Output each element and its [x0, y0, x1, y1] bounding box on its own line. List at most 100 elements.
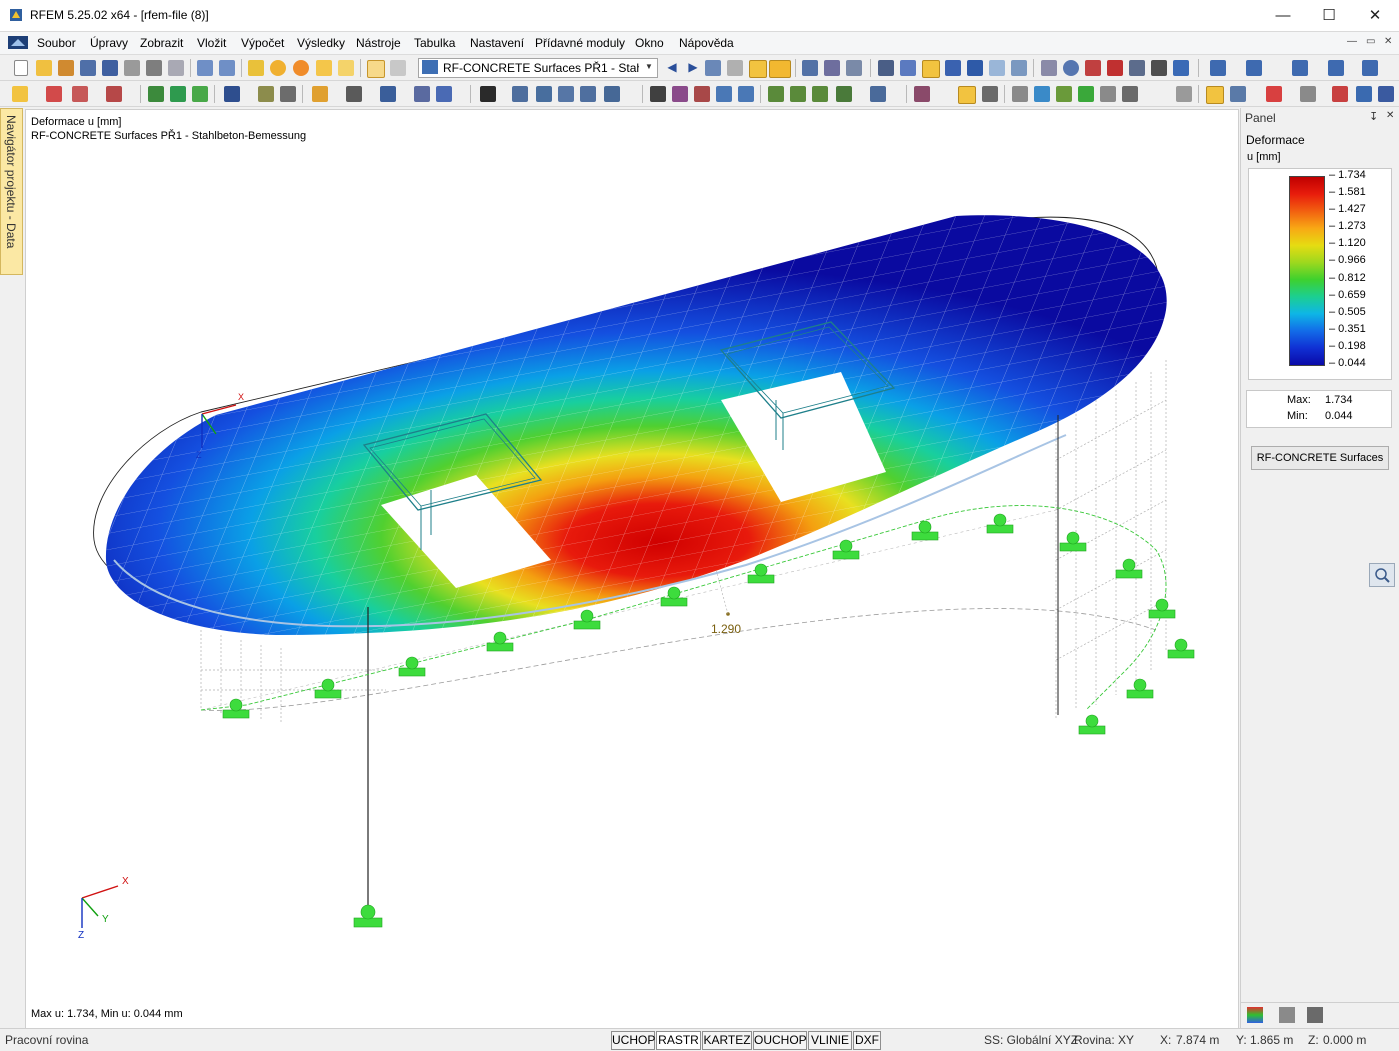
graph-icon[interactable]	[1266, 86, 1282, 102]
color-scale-tab-icon[interactable]	[1247, 1007, 1263, 1023]
rf-concrete-surfaces-button[interactable]: RF-CONCRETE Surfaces	[1251, 446, 1389, 470]
object-snap-toggle-button[interactable]: OUCHOP	[753, 1031, 807, 1050]
minimize-button[interactable]: —	[1260, 0, 1306, 30]
member-results-icon[interactable]	[922, 60, 940, 78]
window-cascade-icon[interactable]	[1292, 60, 1308, 76]
new-file-icon[interactable]	[14, 60, 28, 76]
result-values-icon[interactable]	[727, 60, 743, 76]
previous-case-icon[interactable]: ◀	[664, 60, 680, 76]
zoom-window-icon[interactable]	[672, 86, 688, 102]
mdi-restore-icon[interactable]: ▭	[1366, 36, 1375, 47]
axis-z-icon[interactable]	[812, 86, 828, 102]
panel-close-icon[interactable]: ✕	[1386, 110, 1394, 121]
filter-tab-icon[interactable]	[1307, 1007, 1323, 1023]
menu-vlozit[interactable]: Vložit	[197, 36, 226, 50]
settings-icon[interactable]	[1173, 60, 1189, 76]
guideline-toggle-button[interactable]: VLINIE	[808, 1031, 852, 1050]
mdi-minimize-icon[interactable]: —	[1347, 36, 1357, 47]
support-results-icon[interactable]	[945, 60, 961, 76]
section-icon[interactable]	[824, 60, 840, 76]
menu-okno[interactable]: Okno	[635, 36, 664, 50]
next-case-icon[interactable]: ▶	[685, 60, 701, 76]
mirror-icon[interactable]	[1085, 60, 1101, 76]
menu-vysledky[interactable]: Výsledky	[297, 36, 345, 50]
select-all-icon[interactable]	[650, 86, 666, 102]
guide-line-icon[interactable]	[1012, 86, 1028, 102]
dimension-icon[interactable]	[982, 86, 998, 102]
display-options-icon[interactable]	[914, 86, 930, 102]
result-diagram-icon[interactable]	[846, 60, 862, 76]
close-button[interactable]: ✕	[1352, 0, 1398, 30]
load-icon[interactable]	[224, 86, 240, 102]
axis-x-icon[interactable]	[768, 86, 784, 102]
panel-toggle-icon[interactable]	[1206, 86, 1224, 104]
rotate-icon[interactable]	[1063, 60, 1079, 76]
project-icon[interactable]	[604, 86, 620, 102]
line-support-icon[interactable]	[192, 86, 208, 102]
support-icon[interactable]	[148, 86, 164, 102]
solid-view-icon[interactable]	[1056, 86, 1072, 102]
opening-icon[interactable]	[346, 86, 362, 102]
undo-icon[interactable]	[197, 60, 213, 76]
model-view-icon[interactable]	[436, 86, 452, 102]
menu-vypocet[interactable]: Výpočet	[241, 36, 284, 50]
redo-icon[interactable]	[219, 60, 235, 76]
view-iso-icon[interactable]	[716, 86, 732, 102]
scale-object-icon[interactable]	[580, 86, 596, 102]
result-labels-icon[interactable]	[769, 60, 791, 78]
nodal-support-icon[interactable]	[170, 86, 186, 102]
window-layout-icon[interactable]	[1210, 60, 1226, 76]
find-icon[interactable]	[270, 60, 286, 76]
color-scheme-icon[interactable]	[1034, 86, 1050, 102]
member-icon[interactable]	[72, 86, 88, 102]
copy-icon[interactable]	[338, 60, 354, 76]
menu-nastaveni[interactable]: Nastavení	[470, 36, 524, 50]
delete-icon[interactable]	[1107, 60, 1123, 76]
mesh-icon[interactable]	[878, 60, 894, 76]
import-icon[interactable]	[1356, 86, 1372, 102]
camera-icon[interactable]	[1129, 60, 1145, 76]
snap-icon[interactable]	[958, 86, 976, 104]
results-icon[interactable]	[316, 60, 332, 76]
rotate-object-icon[interactable]	[536, 86, 552, 102]
info-icon[interactable]	[1300, 86, 1316, 102]
grid-toggle-button[interactable]: RASTR	[656, 1031, 701, 1050]
section-cut-icon[interactable]	[414, 86, 430, 102]
save-all-icon[interactable]	[80, 60, 96, 76]
view-top-icon[interactable]	[738, 86, 754, 102]
wireframe-icon[interactable]	[1100, 86, 1116, 102]
menu-napoveda[interactable]: Nápověda	[679, 36, 734, 50]
export-icon[interactable]	[1332, 86, 1348, 102]
layers-icon[interactable]	[1176, 86, 1192, 102]
polyline-icon[interactable]	[106, 86, 122, 102]
help-icon[interactable]	[1378, 86, 1394, 102]
calculate-icon[interactable]	[293, 60, 309, 76]
line-results-icon[interactable]	[1041, 60, 1057, 76]
document-icon[interactable]	[8, 35, 28, 50]
snap-toggle-button[interactable]: UCHOP	[611, 1031, 655, 1050]
dxf-toggle-button[interactable]: DXF	[853, 1031, 881, 1050]
menu-nastroje[interactable]: Nástroje	[356, 36, 401, 50]
window-split-icon[interactable]	[1246, 60, 1262, 76]
edit-pencil-icon[interactable]	[248, 60, 264, 76]
model-view-canvas[interactable]: Deformace u [mm] RF-CONCRETE Surfaces PŘ…	[25, 109, 1239, 1030]
show-results-icon[interactable]	[705, 60, 721, 76]
filter-icon[interactable]	[900, 60, 916, 76]
menu-upravy[interactable]: Úpravy	[90, 36, 128, 50]
render-mode-icon[interactable]	[870, 86, 886, 102]
navigator-tab[interactable]: Navigátor projektu - Data	[0, 108, 23, 275]
save-icon[interactable]	[102, 60, 118, 76]
animation-icon[interactable]	[802, 60, 818, 76]
open-example-icon[interactable]	[58, 60, 74, 76]
solid-icon[interactable]	[380, 86, 396, 102]
solid-results-icon[interactable]	[1011, 60, 1027, 76]
mirror-object-icon[interactable]	[558, 86, 574, 102]
group-icon[interactable]	[1122, 86, 1138, 102]
axis-y-icon[interactable]	[790, 86, 806, 102]
table-view-icon[interactable]	[367, 60, 385, 78]
print-icon[interactable]	[146, 60, 162, 76]
maximize-button[interactable]: ☐	[1306, 0, 1352, 30]
view-axes-icon[interactable]	[836, 86, 852, 102]
screenshot-icon[interactable]	[1151, 60, 1167, 76]
magnifier-icon[interactable]	[1369, 563, 1395, 587]
